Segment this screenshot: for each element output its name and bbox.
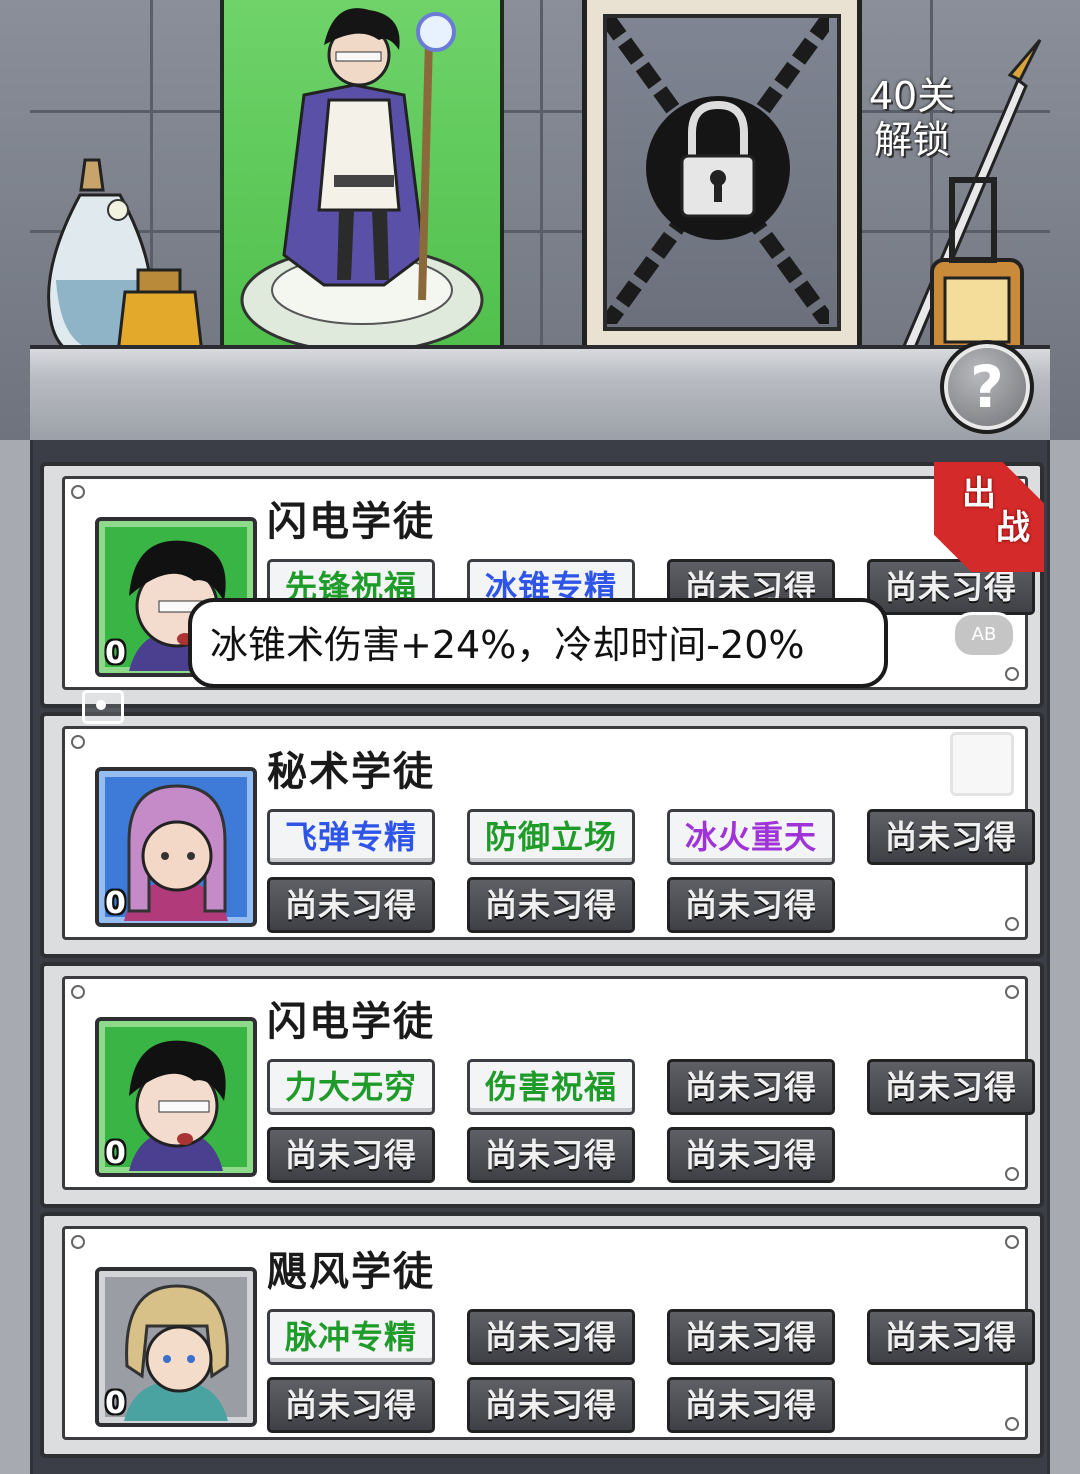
deployed-label-char-1: 出 <box>962 474 996 514</box>
hero-row-panel: 0 秘术学徒 飞弹专精 防御立场 冰火重天 尚未习得 尚未习得 尚未习得 尚未习… <box>62 726 1035 940</box>
hero-name: 闪电学徒 <box>267 998 435 1045</box>
image-icon[interactable] <box>950 732 1014 796</box>
deployed-ribbon: 出 战 <box>934 462 1044 572</box>
skill-button[interactable]: 冰火重天 <box>667 809 835 865</box>
skill-button-locked[interactable]: 尚未习得 <box>267 1377 435 1433</box>
ab-switch-icon[interactable]: AB <box>952 612 1016 658</box>
display-shelf <box>30 345 1050 440</box>
skill-button-locked[interactable]: 尚未习得 <box>667 1059 835 1115</box>
skill-button-locked[interactable]: 尚未习得 <box>467 877 635 933</box>
skill-button-locked[interactable]: 尚未习得 <box>467 1127 635 1183</box>
hero-row[interactable]: 0 飓风学徒 脉冲专精 尚未习得 尚未习得 尚未习得 尚未习得 尚未习得 尚未习… <box>40 1212 1044 1458</box>
locked-hero-card[interactable] <box>582 0 862 360</box>
mage-character-icon <box>240 8 484 354</box>
camera-icon[interactable] <box>82 690 124 724</box>
hero-level-text: 0 <box>105 636 126 671</box>
hero-name: 秘术学徒 <box>267 748 435 795</box>
hero-name: 飓风学徒 <box>267 1248 435 1295</box>
skill-button[interactable]: 力大无穷 <box>267 1059 435 1115</box>
hero-portrait[interactable]: 0 <box>95 1267 257 1427</box>
skill-button[interactable]: 飞弹专精 <box>267 809 435 865</box>
help-button[interactable]: ? <box>940 340 1034 434</box>
hero-name: 闪电学徒 <box>267 498 435 545</box>
skill-button[interactable]: 脉冲专精 <box>267 1309 435 1365</box>
skill-button-locked[interactable]: 尚未习得 <box>267 877 435 933</box>
hero-level-text: 0 <box>105 886 126 921</box>
hero-row[interactable]: 0 秘术学徒 飞弹专精 防御立场 冰火重天 尚未习得 尚未习得 尚未习得 尚未习… <box>40 712 1044 958</box>
hero-level-text: 0 <box>105 1136 126 1171</box>
skill-button-locked[interactable]: 尚未习得 <box>667 1377 835 1433</box>
skill-button-locked[interactable]: 尚未习得 <box>467 1377 635 1433</box>
hero-row-panel: 0 闪电学徒 力大无穷 伤害祝福 尚未习得 尚未习得 尚未习得 尚未习得 尚未习… <box>62 976 1035 1190</box>
skill-button[interactable]: 伤害祝福 <box>467 1059 635 1115</box>
hero-row-panel: 0 飓风学徒 脉冲专精 尚未习得 尚未习得 尚未习得 尚未习得 尚未习得 尚未习… <box>62 1226 1035 1440</box>
hero-showcase: 40关 解锁 ? <box>0 0 1080 440</box>
skill-button-locked[interactable]: 尚未习得 <box>467 1309 635 1365</box>
skill-button[interactable]: 防御立场 <box>467 809 635 865</box>
skill-tooltip: 冰锥术伤害+24%，冷却时间-20% <box>188 598 888 688</box>
hero-row[interactable]: 0 闪电学徒 力大无穷 伤害祝福 尚未习得 尚未习得 尚未习得 尚未习得 尚未习… <box>40 962 1044 1208</box>
hero-portrait[interactable]: 0 <box>95 767 257 927</box>
skill-button-locked[interactable]: 尚未习得 <box>867 1309 1035 1365</box>
active-hero-card[interactable] <box>220 0 504 364</box>
sword-lantern-icon <box>896 39 1042 366</box>
skill-button-locked[interactable]: 尚未习得 <box>667 877 835 933</box>
skill-button-locked[interactable]: 尚未习得 <box>867 809 1035 865</box>
skill-button-locked[interactable]: 尚未习得 <box>667 1309 835 1365</box>
skill-button-locked[interactable]: 尚未习得 <box>667 1127 835 1183</box>
deployed-label-char-2: 战 <box>996 508 1030 548</box>
help-icon: ? <box>970 353 1004 421</box>
chained-lock-icon <box>607 18 829 324</box>
hero-portrait[interactable]: 0 <box>95 1017 257 1177</box>
hero-level-text: 0 <box>105 1386 126 1421</box>
skill-button-locked[interactable]: 尚未习得 <box>867 1059 1035 1115</box>
skill-button-locked[interactable]: 尚未习得 <box>267 1127 435 1183</box>
